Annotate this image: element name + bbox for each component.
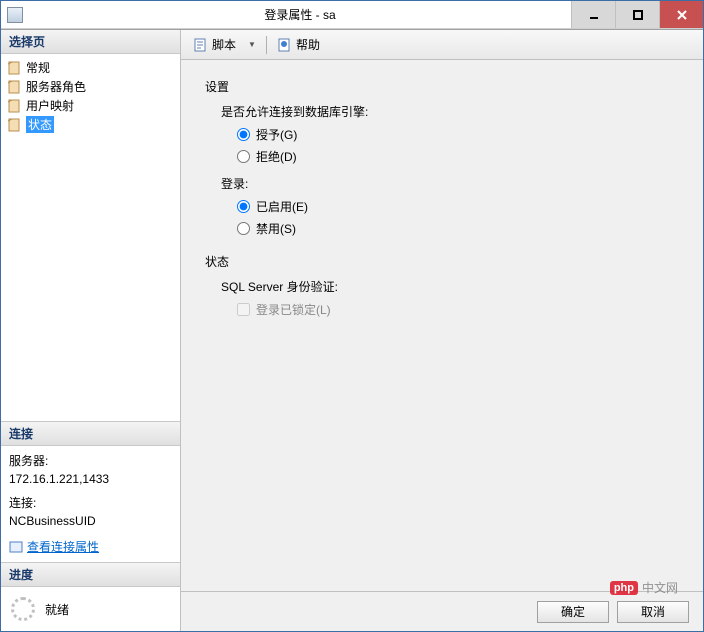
ok-button[interactable]: 确定	[537, 601, 609, 623]
connection-body: 服务器: 172.16.1.221,1433 连接: NCBusinessUID…	[1, 446, 180, 562]
window-title: 登录属性 - sa	[29, 6, 571, 23]
help-label: 帮助	[296, 36, 320, 53]
tree-label: 服务器角色	[26, 78, 86, 95]
locked-checkbox	[237, 303, 250, 316]
locked-label: 登录已锁定(L)	[256, 301, 331, 318]
enabled-radio[interactable]	[237, 200, 250, 213]
server-label: 服务器:	[9, 452, 172, 470]
cancel-button[interactable]: 取消	[617, 601, 689, 623]
disabled-radio[interactable]	[237, 222, 250, 235]
help-icon	[277, 37, 293, 53]
locked-check-row: 登录已锁定(L)	[237, 301, 679, 318]
content-area: 设置 是否允许连接到数据库引擎: 授予(G) 拒绝(D) 登录: 已启用(E)	[181, 60, 703, 591]
progress-body: 就绪	[1, 587, 180, 631]
titlebar: 登录属性 - sa	[1, 1, 703, 29]
progress-panel: 进度 就绪	[1, 562, 180, 631]
sql-auth-label: SQL Server 身份验证:	[221, 278, 679, 295]
page-icon	[7, 80, 23, 94]
progress-header: 进度	[1, 563, 180, 587]
left-panel: 选择页 常规 服务器角色 用户映射 状态	[1, 30, 181, 631]
tree-item-mapping[interactable]: 用户映射	[1, 96, 180, 115]
tree-item-general[interactable]: 常规	[1, 58, 180, 77]
script-label: 脚本	[212, 36, 236, 53]
app-icon	[7, 7, 23, 23]
deny-radio-row[interactable]: 拒绝(D)	[237, 148, 679, 165]
tree-label: 常规	[26, 59, 50, 76]
ready-label: 就绪	[45, 601, 69, 618]
deny-label: 拒绝(D)	[256, 148, 297, 165]
page-icon	[7, 118, 23, 132]
close-button[interactable]	[659, 1, 703, 28]
grant-radio-row[interactable]: 授予(G)	[237, 126, 679, 143]
status-title: 状态	[205, 253, 679, 270]
enabled-radio-row[interactable]: 已启用(E)	[237, 198, 679, 215]
allow-connect-label: 是否允许连接到数据库引擎:	[221, 103, 679, 120]
server-value: 172.16.1.221,1433	[9, 470, 172, 488]
view-connection-link[interactable]: 查看连接属性	[27, 538, 99, 556]
dialog-body: 选择页 常规 服务器角色 用户映射 状态	[1, 29, 703, 631]
tree-label: 状态	[26, 116, 54, 133]
dropdown-icon[interactable]: ▼	[248, 40, 256, 49]
deny-radio[interactable]	[237, 150, 250, 163]
disabled-label: 禁用(S)	[256, 220, 296, 237]
connection-header: 连接	[1, 422, 180, 446]
help-button[interactable]: 帮助	[273, 34, 324, 55]
tree-label: 用户映射	[26, 97, 74, 114]
connection-panel: 连接 服务器: 172.16.1.221,1433 连接: NCBusiness…	[1, 421, 180, 562]
conn-label: 连接:	[9, 494, 172, 512]
dialog-window: 登录属性 - sa 选择页 常规 服务器角色 用户映射	[0, 0, 704, 632]
login-label: 登录:	[221, 175, 679, 192]
page-icon	[7, 99, 23, 113]
script-icon	[193, 37, 209, 53]
right-panel: 脚本 ▼ 帮助 设置 是否允许连接到数据库引擎: 授予(G) 拒绝(D	[181, 30, 703, 631]
spinner-icon	[11, 597, 35, 621]
grant-radio[interactable]	[237, 128, 250, 141]
script-button[interactable]: 脚本	[189, 34, 240, 55]
footer: 确定 取消	[181, 591, 703, 631]
grant-label: 授予(G)	[256, 126, 297, 143]
tree-item-roles[interactable]: 服务器角色	[1, 77, 180, 96]
page-icon	[7, 61, 23, 75]
tree-item-status[interactable]: 状态	[1, 115, 180, 134]
window-buttons	[571, 1, 703, 28]
conn-value: NCBusinessUID	[9, 512, 172, 530]
maximize-button[interactable]	[615, 1, 659, 28]
enabled-label: 已启用(E)	[256, 198, 308, 215]
separator	[266, 36, 267, 54]
properties-icon	[9, 540, 23, 554]
disabled-radio-row[interactable]: 禁用(S)	[237, 220, 679, 237]
page-tree: 常规 服务器角色 用户映射 状态	[1, 54, 180, 421]
minimize-button[interactable]	[571, 1, 615, 28]
toolbar: 脚本 ▼ 帮助	[181, 30, 703, 60]
settings-title: 设置	[205, 78, 679, 95]
select-page-header: 选择页	[1, 30, 180, 54]
